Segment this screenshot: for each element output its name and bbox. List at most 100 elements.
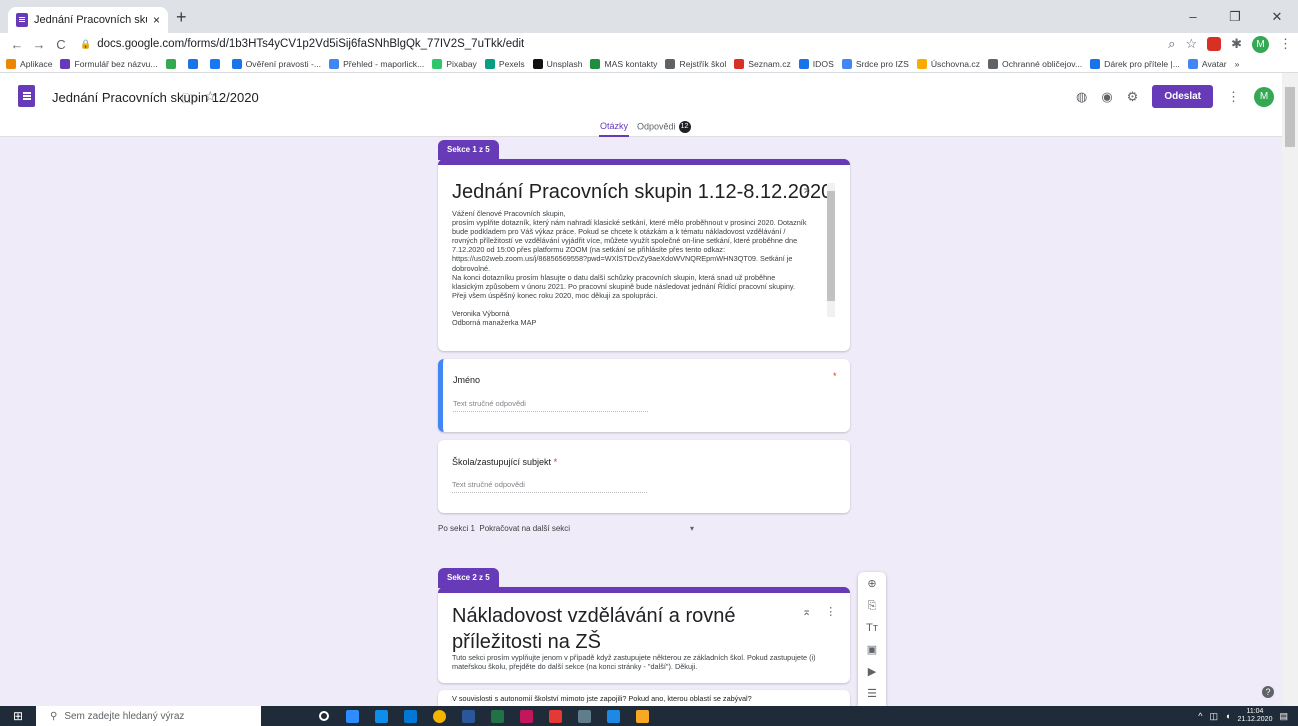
- app-icon-red[interactable]: [541, 706, 570, 726]
- bookmark-item[interactable]: MAS kontakty: [590, 58, 657, 69]
- bookmark-item[interactable]: Ochranné obličejov...: [988, 58, 1082, 69]
- section-title[interactable]: Jednání Pracovních skupin 1.12-8.12.2020: [452, 181, 832, 204]
- section-header-card[interactable]: Nákladovost vzdělávání a rovné příležito…: [438, 587, 850, 683]
- zoom-app-icon[interactable]: [338, 706, 367, 726]
- after-section-nav: Po sekci 1 Pokračovat na další sekci: [438, 524, 570, 533]
- question-title[interactable]: Škola/zastupující subjekt *: [452, 457, 557, 467]
- bookmark-item[interactable]: Aplikace: [6, 58, 52, 69]
- collapse-icon[interactable]: ⌅: [802, 605, 811, 618]
- excel-icon[interactable]: [483, 706, 512, 726]
- extensions-puzzle-icon[interactable]: ✱: [1231, 36, 1242, 52]
- file-explorer-icon[interactable]: [628, 706, 657, 726]
- dropdown-arrow-icon[interactable]: ▾: [690, 524, 694, 533]
- minimize-button[interactable]: –: [1172, 0, 1214, 33]
- import-questions-icon[interactable]: ⎘: [868, 598, 877, 614]
- toolbar-right: ⌕ ☆ ✱ M ⋮: [1168, 33, 1292, 55]
- star-icon[interactable]: ☆: [204, 88, 217, 112]
- teamviewer-icon[interactable]: [367, 706, 396, 726]
- notifications-icon[interactable]: ▤: [1279, 711, 1288, 722]
- google-forms-logo-icon[interactable]: [18, 85, 35, 107]
- word-icon[interactable]: [454, 706, 483, 726]
- profile-avatar[interactable]: M: [1252, 35, 1269, 53]
- close-window-button[interactable]: ✕: [1256, 0, 1298, 33]
- bookmark-label: IDOS: [812, 58, 834, 69]
- bookmark-item[interactable]: IDOS: [798, 58, 834, 69]
- bookmark-item[interactable]: Úschovna.cz: [916, 58, 980, 69]
- description-scrollbar-thumb[interactable]: [827, 191, 835, 301]
- bookmark-item[interactable]: Avatar: [1187, 58, 1227, 69]
- document-title[interactable]: Jednání Pracovních skupin 12/2020: [52, 90, 259, 105]
- volume-icon[interactable]: ◖: [1225, 711, 1230, 721]
- section-header-card[interactable]: Jednání Pracovních skupin 1.12-8.12.2020…: [438, 159, 850, 351]
- reload-icon[interactable]: C: [50, 37, 72, 52]
- bookmarks-overflow-icon[interactable]: »: [1235, 59, 1240, 69]
- taskbar-search[interactable]: ⚲ Sem zadejte hledaný výraz: [36, 706, 261, 726]
- bookmark-item[interactable]: Unsplash: [532, 58, 582, 69]
- section-description[interactable]: Tuto sekci prosím vyplňujte jenom v příp…: [452, 653, 842, 671]
- search-icon: ⚲: [50, 710, 58, 722]
- paint-icon[interactable]: [512, 706, 541, 726]
- maximize-button[interactable]: ❐: [1214, 0, 1256, 33]
- address-bar[interactable]: 🔒 docs.google.com/forms/d/1b3HTs4yCV1p2V…: [80, 38, 524, 50]
- send-button[interactable]: Odeslat: [1152, 85, 1213, 108]
- after-section-select[interactable]: Pokračovat na další sekci: [479, 524, 570, 533]
- calculator-icon[interactable]: [570, 706, 599, 726]
- installer-icon[interactable]: [599, 706, 628, 726]
- zoom-icon[interactable]: ⌕: [1168, 36, 1175, 52]
- bookmark-item[interactable]: Rejstřík škol: [665, 58, 726, 69]
- description-scrollbar[interactable]: [827, 183, 835, 317]
- bookmark-item[interactable]: [209, 58, 224, 69]
- bookmark-item[interactable]: Ověření pravosti -...: [231, 58, 321, 69]
- bookmark-item[interactable]: Pexels: [484, 58, 525, 69]
- bookmark-item[interactable]: Seznam.cz: [734, 58, 791, 69]
- bookmark-item[interactable]: Srdce pro IZS: [841, 58, 909, 69]
- network-icon[interactable]: ◫: [1209, 711, 1218, 722]
- add-section-icon[interactable]: ☰: [867, 686, 877, 702]
- more-menu-icon[interactable]: ⋮: [1227, 89, 1240, 105]
- windows-start-icon[interactable]: ⊞: [0, 709, 36, 723]
- chrome-icon[interactable]: [425, 706, 454, 726]
- clock[interactable]: 11:04 21.12.2020: [1237, 708, 1272, 724]
- tab-close-button[interactable]: ×: [153, 13, 160, 27]
- pdf-extension-icon[interactable]: [1207, 37, 1222, 51]
- account-avatar[interactable]: M: [1254, 86, 1274, 107]
- page-scrollbar[interactable]: [1282, 73, 1298, 706]
- tab-responses[interactable]: Odpovědi 12: [637, 121, 691, 133]
- bookmark-item[interactable]: Pixabay: [432, 58, 477, 69]
- bookmark-star-icon[interactable]: ☆: [1185, 36, 1197, 52]
- add-image-icon[interactable]: ▣: [867, 642, 877, 658]
- add-question-icon[interactable]: ⊕: [867, 576, 876, 592]
- clock-date: 21.12.2020: [1237, 716, 1273, 723]
- back-arrow-icon[interactable]: ←: [6, 37, 28, 52]
- scrollbar-thumb[interactable]: [1285, 87, 1295, 147]
- question-title[interactable]: Jméno: [453, 375, 480, 385]
- section-title[interactable]: Nákladovost vzdělávání a rovné příležito…: [452, 603, 792, 655]
- browser-tab[interactable]: Jednání Pracovních skupin 12/20 ×: [8, 7, 168, 33]
- settings-gear-icon[interactable]: ⚙: [1127, 89, 1139, 105]
- bookmark-item[interactable]: [165, 58, 180, 69]
- bookmark-item[interactable]: Přehled - maporlick...: [329, 58, 424, 69]
- folder-icon[interactable]: 🗀: [182, 88, 196, 112]
- new-tab-button[interactable]: +: [176, 7, 187, 28]
- question-card[interactable]: Škola/zastupující subjekt * Text stručné…: [438, 440, 850, 513]
- question-title[interactable]: V souvislosti s autonomií školství mimot…: [452, 694, 842, 703]
- question-card[interactable]: Jméno * Text stručné odpovědi: [438, 359, 850, 432]
- help-icon[interactable]: ?: [1262, 686, 1274, 698]
- preview-eye-icon[interactable]: ◉: [1101, 89, 1112, 105]
- bookmark-item[interactable]: Dárek pro přítele |...: [1090, 58, 1180, 69]
- add-video-icon[interactable]: ▶: [868, 664, 876, 680]
- browser-menu-icon[interactable]: ⋮: [1279, 36, 1292, 52]
- system-tray: ^ ◫ ◖ 11:04 21.12.2020 ▤: [1198, 706, 1288, 726]
- add-title-icon[interactable]: Tт: [866, 620, 878, 636]
- bookmark-item[interactable]: Formulář bez názvu...: [60, 58, 158, 69]
- section-more-icon[interactable]: ⋮: [825, 605, 836, 618]
- outlook-icon[interactable]: [396, 706, 425, 726]
- forward-arrow-icon[interactable]: →: [28, 37, 50, 52]
- section-description[interactable]: Vážení členové Pracovních skupin, prosím…: [452, 209, 832, 327]
- task-view-icon[interactable]: [309, 706, 338, 726]
- tab-questions[interactable]: Otázky: [599, 121, 630, 137]
- collapse-icon[interactable]: ⌅: [802, 183, 811, 196]
- bookmark-item[interactable]: [187, 58, 202, 69]
- palette-icon[interactable]: ◍: [1076, 89, 1087, 105]
- tray-chevron-icon[interactable]: ^: [1198, 711, 1202, 721]
